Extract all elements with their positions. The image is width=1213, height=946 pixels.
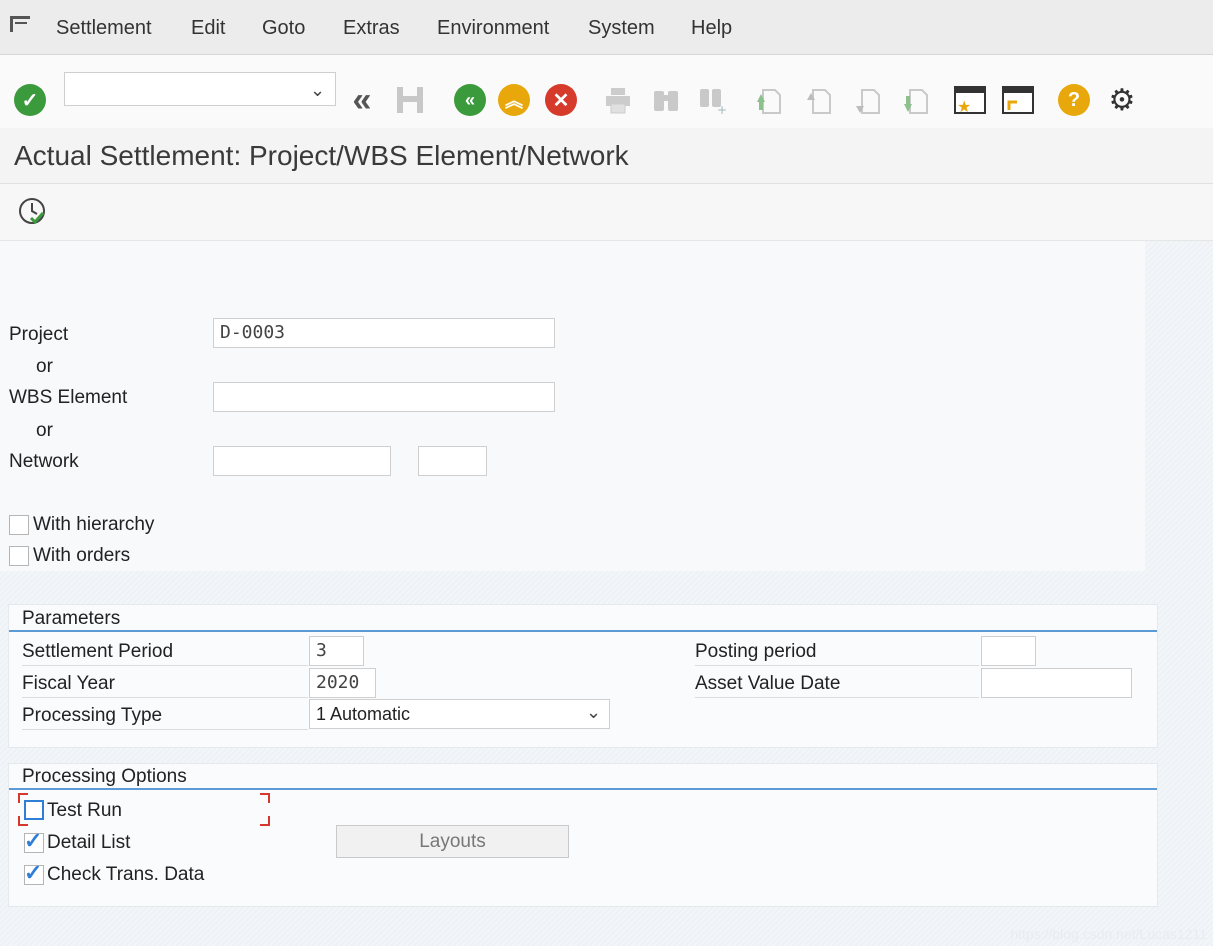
- menu-environment[interactable]: Environment: [437, 17, 549, 40]
- execute-icon[interactable]: [17, 196, 49, 233]
- menu-edit[interactable]: Edit: [191, 17, 225, 40]
- with-orders-checkbox[interactable]: [9, 546, 29, 566]
- print-icon[interactable]: [600, 82, 636, 118]
- svg-text:★: ★: [957, 97, 971, 116]
- wbs-element-label: WBS Element: [9, 387, 128, 408]
- with-hierarchy-label: With hierarchy: [33, 514, 155, 535]
- watermark: https://blog.csdn.net/Lucas1211: [1010, 926, 1207, 942]
- or-text: or: [36, 420, 53, 441]
- menu-goto[interactable]: Goto: [262, 17, 305, 40]
- fiscal-year-input[interactable]: 2020: [309, 668, 376, 698]
- application-toolbar: [0, 184, 1213, 241]
- first-page-icon[interactable]: [750, 82, 786, 118]
- test-run-label: Test Run: [47, 800, 122, 821]
- focus-corner: [260, 793, 270, 803]
- processing-type-select[interactable]: 1 Automatic: [309, 699, 610, 729]
- cancel-icon[interactable]: ✕: [543, 82, 579, 118]
- shortcut-icon[interactable]: [1000, 82, 1036, 118]
- settlement-period-label: Settlement Period: [22, 641, 174, 662]
- menu-system[interactable]: System: [588, 17, 655, 40]
- posting-period-input[interactable]: [981, 636, 1036, 666]
- group-divider: [9, 788, 1157, 790]
- last-page-icon[interactable]: [897, 82, 933, 118]
- group-divider: [9, 630, 1157, 632]
- page-title: Actual Settlement: Project/WBS Element/N…: [14, 140, 629, 171]
- asset-value-date-label: Asset Value Date: [695, 673, 841, 694]
- find-next-icon[interactable]: +: [694, 82, 730, 118]
- find-icon[interactable]: [648, 82, 684, 118]
- command-field[interactable]: [64, 72, 336, 106]
- wbs-element-input[interactable]: [213, 382, 555, 412]
- row-divider: [22, 665, 308, 666]
- menu-help[interactable]: Help: [691, 17, 732, 40]
- chevron-down-icon[interactable]: ⌄: [586, 702, 601, 723]
- layouts-button[interactable]: Layouts: [336, 825, 569, 858]
- previous-page-icon[interactable]: [800, 82, 836, 118]
- settlement-period-input[interactable]: 3: [309, 636, 364, 666]
- detail-list-label: Detail List: [47, 832, 131, 853]
- svg-text:+: +: [717, 103, 727, 115]
- menu-settlement[interactable]: Settlement: [56, 17, 152, 40]
- back-icon[interactable]: «: [452, 82, 488, 118]
- asset-value-date-input[interactable]: [981, 668, 1132, 698]
- with-hierarchy-checkbox[interactable]: [9, 515, 29, 535]
- next-page-icon[interactable]: [849, 82, 885, 118]
- test-run-checkbox[interactable]: [24, 800, 44, 820]
- project-input[interactable]: D-0003: [213, 318, 555, 348]
- focus-corner: [260, 816, 270, 826]
- posting-period-label: Posting period: [695, 641, 817, 662]
- checkmark-icon: ✓: [24, 860, 43, 885]
- fiscal-year-label: Fiscal Year: [22, 673, 115, 694]
- create-session-icon[interactable]: ★: [952, 82, 988, 118]
- settings-icon[interactable]: ⚙: [1104, 82, 1140, 118]
- help-icon[interactable]: ?: [1056, 82, 1092, 118]
- or-text: or: [36, 356, 53, 377]
- parameters-title: Parameters: [22, 608, 121, 629]
- row-divider: [22, 697, 308, 698]
- processing-type-label: Processing Type: [22, 705, 163, 726]
- chevron-down-icon[interactable]: ⌄: [310, 80, 325, 101]
- save-icon[interactable]: [392, 82, 428, 118]
- exit-icon[interactable]: ︽: [496, 82, 532, 118]
- network-operation-input[interactable]: [418, 446, 487, 476]
- processing-type-value: 1 Automatic: [316, 704, 411, 724]
- network-label: Network: [9, 451, 79, 472]
- project-label: Project: [9, 324, 69, 345]
- selection-block: [0, 241, 1145, 571]
- row-divider: [22, 729, 308, 730]
- checkmark-icon: ✓: [24, 828, 43, 853]
- back-double-icon[interactable]: «: [344, 81, 380, 119]
- menu-icon[interactable]: [9, 14, 31, 34]
- row-divider: [695, 665, 979, 666]
- processing-options-title: Processing Options: [22, 766, 187, 787]
- enter-icon[interactable]: ✓: [12, 82, 48, 118]
- row-divider: [695, 697, 979, 698]
- menu-extras[interactable]: Extras: [343, 17, 400, 40]
- network-input[interactable]: [213, 446, 391, 476]
- with-orders-label: With orders: [33, 545, 131, 566]
- check-trans-data-label: Check Trans. Data: [47, 864, 205, 885]
